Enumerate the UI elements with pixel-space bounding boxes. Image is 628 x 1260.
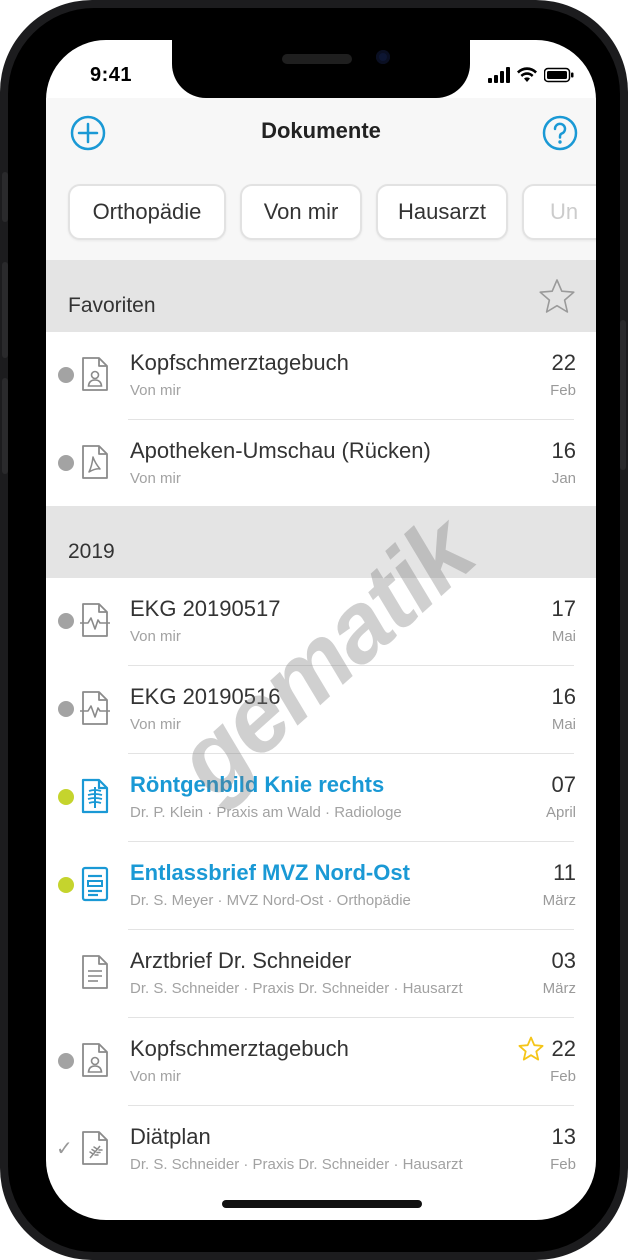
document-day: 13 (551, 1124, 576, 1149)
document-title: Entlassbrief MVZ Nord-Ost (130, 860, 410, 885)
document-title: EKG 20190517 (130, 596, 281, 621)
document-subtitle: Von mir (130, 716, 181, 733)
speaker-grille (282, 54, 352, 64)
favorites-section-title: Favoriten (68, 294, 156, 317)
document-row-kopfschmerztagebuch[interactable]: Kopfschmerztagebuch Von mir 22 Feb (46, 332, 596, 420)
document-month: April (545, 804, 576, 821)
filter-chip-orthopaedie[interactable]: Orthopädie (68, 184, 226, 240)
filter-chip-row: Orthopädie Von mir Hausarzt Un (46, 170, 596, 260)
question-circle-icon (542, 115, 578, 151)
wifi-icon (517, 67, 537, 82)
document-day: 16 (551, 684, 576, 709)
document-title: Kopfschmerztagebuch (130, 350, 349, 375)
document-subtitle: Von mir (130, 1068, 181, 1085)
document-subtitle: Dr. S. Schneider · Praxis Dr. Schneider … (130, 980, 463, 997)
help-button[interactable] (540, 113, 580, 153)
read-indicator-dot (58, 455, 74, 471)
document-row-ekg-20190516[interactable]: EKG 20190516 Von mir 16 Mai (46, 666, 596, 754)
document-day: 22 (551, 350, 576, 375)
document-title: EKG 20190516 (130, 684, 281, 709)
read-indicator-dot (58, 1053, 74, 1069)
phone-frame: 9:41 Dokumente Orthopädie Von mir Hausar… (0, 0, 628, 1260)
document-day: 16 (551, 438, 576, 463)
document-title: Kopfschmerztagebuch (130, 1036, 349, 1061)
read-indicator-dot (58, 613, 74, 629)
document-row-apotheken-umschau[interactable]: Apotheken-Umschau (Rücken) Von mir 16 Ja… (46, 420, 596, 508)
document-month: März (542, 980, 576, 997)
document-row-kopfschmerztagebuch-favorite[interactable]: Kopfschmerztagebuch Von mir 22 Feb (46, 1018, 596, 1106)
notch (172, 40, 470, 98)
year-section-title: 2019 (68, 540, 115, 563)
status-time: 9:41 (90, 64, 133, 86)
diet-doc-icon (82, 1131, 108, 1165)
document-day: 03 (551, 948, 576, 973)
document-subtitle: Von mir (130, 470, 181, 487)
document-day: 07 (551, 772, 576, 797)
document-month: Mai (551, 628, 576, 645)
power-button (620, 320, 626, 470)
ecg-doc-icon (80, 603, 110, 637)
diary-doc-icon (82, 357, 108, 391)
document-month: März (542, 892, 576, 909)
document-month: Feb (550, 1068, 576, 1085)
page-title: Dokumente (261, 118, 381, 143)
document-title: Diätplan (130, 1124, 211, 1149)
favorites-section-header: Favoriten (46, 260, 596, 332)
document-day: 17 (551, 596, 576, 621)
filter-chip-hausarzt[interactable]: Hausarzt (376, 184, 508, 240)
pdf-doc-icon (82, 445, 108, 479)
signal-icon (488, 67, 510, 83)
document-row-roentgenbild[interactable]: Röntgenbild Knie rechts Dr. P. Klein · P… (46, 754, 596, 842)
new-indicator-dot (58, 877, 74, 893)
document-row-arztbrief[interactable]: Arztbrief Dr. Schneider Dr. S. Schneider… (46, 930, 596, 1018)
document-subtitle: Dr. P. Klein · Praxis am Wald · Radiolog… (130, 804, 402, 821)
status-icons (488, 66, 574, 84)
letter-doc-icon (81, 866, 109, 902)
ecg-doc-icon (80, 691, 110, 725)
battery-icon (544, 67, 574, 83)
document-subtitle: Dr. S. Meyer · MVZ Nord-Ost · Orthopädie (130, 892, 411, 909)
year-section-header: 2019 (46, 506, 596, 578)
home-indicator[interactable] (222, 1200, 422, 1208)
new-indicator-dot (58, 789, 74, 805)
xray-doc-icon (81, 778, 109, 814)
document-month: Feb (550, 1156, 576, 1173)
document-month: Jan (551, 470, 576, 487)
document-month: Feb (550, 382, 576, 399)
document-title: Arztbrief Dr. Schneider (130, 948, 352, 973)
text-doc-icon (82, 955, 108, 989)
read-indicator-dot (58, 367, 74, 383)
read-indicator-dot (58, 701, 74, 717)
favorite-star-icon[interactable] (518, 1036, 544, 1062)
document-row-ekg-20190517[interactable]: EKG 20190517 Von mir 17 Mai (46, 578, 596, 666)
document-subtitle: Dr. S. Schneider · Praxis Dr. Schneider … (130, 1156, 463, 1173)
document-subtitle: Von mir (130, 628, 181, 645)
document-title: Röntgenbild Knie rechts (130, 772, 385, 797)
checkmark-icon: ✓ (56, 1138, 73, 1160)
front-camera (376, 50, 390, 64)
navigation-bar: Dokumente (46, 98, 596, 170)
document-subtitle: Von mir (130, 382, 181, 399)
document-title: Apotheken-Umschau (Rücken) (130, 438, 431, 463)
document-month: Mai (551, 716, 576, 733)
document-day: 11 (553, 860, 576, 885)
screen: 9:41 Dokumente Orthopädie Von mir Hausar… (46, 40, 596, 1220)
document-day: 22 (551, 1036, 576, 1061)
star-outline-icon[interactable] (538, 278, 576, 314)
diary-doc-icon (82, 1043, 108, 1077)
document-row-entlassbrief[interactable]: Entlassbrief MVZ Nord-Ost Dr. S. Meyer ·… (46, 842, 596, 930)
filter-chip-von-mir[interactable]: Von mir (240, 184, 362, 240)
document-row-diaetplan[interactable]: ✓ Diätplan Dr. S. Schneider · Praxis Dr.… (46, 1106, 596, 1194)
filter-chip-truncated[interactable]: Un (522, 184, 596, 240)
